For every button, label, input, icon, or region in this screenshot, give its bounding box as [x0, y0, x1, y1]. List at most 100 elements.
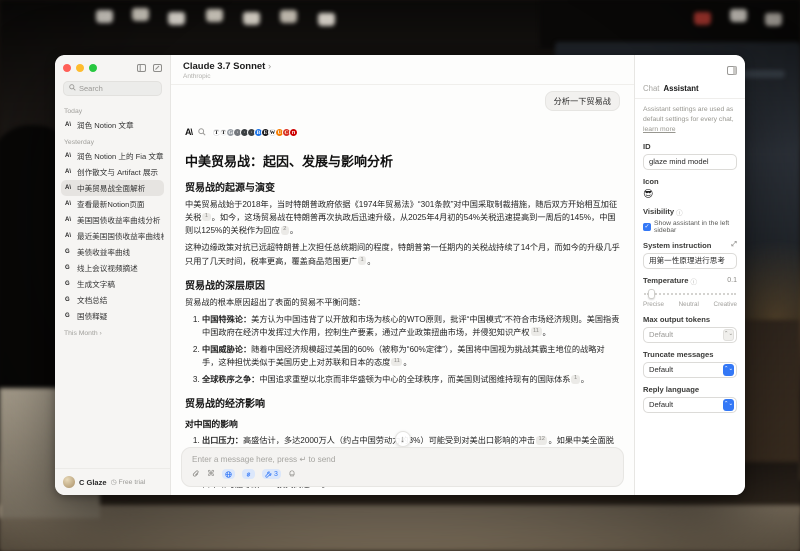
account-footer[interactable]: C Glaze ◷Free trial [55, 468, 170, 495]
checkbox-label: Show assistant in the left sidebar [654, 220, 737, 234]
model-name: Claude 3.7 Sonnet [183, 61, 265, 72]
search-icon [69, 84, 76, 93]
panel-body: Assistant settings are used as default s… [635, 99, 745, 419]
system-instruction-input[interactable]: 用第一性原理进行思考 [643, 253, 737, 269]
list-item: 中国特殊论：美方认为中国违背了以开放和市场为核心的WTO原则，批评“中国模式”不… [202, 313, 620, 339]
scroll-to-bottom-button[interactable]: ↓ [395, 431, 411, 447]
reply-language-label: Reply language [643, 385, 737, 394]
list-item: 全球秩序之争：中国追求重塑以北京而非华盛顿为中心的全球秩序，而美国则试图维持现有… [202, 373, 620, 386]
toggle-sidebar-icon[interactable] [137, 64, 146, 72]
avatar [63, 476, 75, 488]
claude-icon: A\ [65, 169, 73, 175]
web-search-toggle[interactable] [222, 469, 235, 479]
link-toggle[interactable] [242, 469, 255, 479]
assistant-settings-panel: Chat Assistant Assistant settings are us… [634, 55, 745, 495]
sidebar-item-chat[interactable]: A\润色 Notion 文章 [61, 117, 164, 133]
command-shortcut-icon[interactable]: ⌘ [207, 470, 215, 478]
panel-tabs: Chat Assistant [635, 80, 745, 99]
toggle-right-panel-icon[interactable] [727, 62, 737, 80]
info-icon: ⓘ [676, 207, 683, 217]
web-search-icon [198, 123, 206, 141]
article-title: 中美贸易战：起因、发展与影响分析 [185, 151, 620, 170]
truncate-messages-select[interactable]: Default ⌃⌄ [643, 362, 737, 378]
max-tokens-select[interactable]: Default ⌃⌄ [643, 327, 737, 343]
section-header-yesterday: Yesterday [64, 139, 161, 146]
sidebar: Search Today A\润色 Notion 文章 Yesterday A\… [55, 55, 171, 495]
info-icon: ⓘ [690, 276, 697, 286]
slider-track [644, 293, 736, 295]
sidebar-item-chat[interactable]: A\最近美国国债收益率曲线松… [61, 228, 164, 244]
sidebar-item-chat[interactable]: A\润色 Notion 上的 Fia 文章 [61, 148, 164, 164]
chat-panel: Claude 3.7 Sonnet › Anthropic 分析一下贸易战 A\… [171, 55, 634, 495]
citation-badge[interactable]: 11 [391, 358, 402, 367]
clock-icon: ◷ [111, 478, 117, 486]
source-favicons[interactable]: T T G · · · B E W U C n [212, 128, 298, 137]
tools-toggle[interactable]: 3 [262, 469, 281, 479]
stepper-icon[interactable]: ⌃⌄ [723, 364, 734, 376]
slider-handle[interactable] [648, 289, 655, 299]
stepper-icon[interactable]: ⌃⌄ [723, 329, 734, 341]
close-window-button[interactable] [63, 64, 71, 72]
learn-more-link[interactable]: learn more [643, 126, 676, 133]
claude-icon: A\ [65, 233, 73, 239]
section-heading: 贸易战的起源与演变 [185, 179, 620, 194]
causes-list: 中国特殊论：美方认为中国违背了以开放和市场为核心的WTO原则，批评“中国模式”不… [185, 313, 620, 387]
zoom-window-button[interactable] [89, 64, 97, 72]
section-header-this-month[interactable]: This Month › [64, 330, 161, 337]
account-name: C Glaze [79, 478, 107, 487]
sidebar-item-chat[interactable]: A\美国国债收益率曲线分析 [61, 212, 164, 228]
assistant-emoji[interactable]: 😎 [643, 189, 737, 200]
citation-badge[interactable]: 2 [281, 226, 289, 235]
sidebar-item-chat[interactable]: G生成文字稿 [61, 276, 164, 292]
citation-badge[interactable]: 1 [571, 375, 579, 384]
expand-icon[interactable]: ⤢ [731, 241, 737, 249]
max-tokens-label: Max output tokens [643, 315, 737, 324]
sidebar-item-chat[interactable]: G文档总结 [61, 292, 164, 308]
chat-history-list: Today A\润色 Notion 文章 Yesterday A\润色 Noti… [55, 100, 170, 468]
slider-labels: Precise Neutral Creative [643, 301, 737, 308]
clear-context-icon[interactable] [288, 470, 296, 478]
claude-icon: A\ [65, 201, 73, 207]
tab-chat[interactable]: Chat [643, 84, 659, 93]
citation-badge[interactable]: 1 [202, 213, 210, 222]
sidebar-item-chat[interactable]: G国债释疑 [61, 308, 164, 324]
sidebar-item-chat-selected[interactable]: A\中美贸易战全面解析 [61, 180, 164, 196]
source-favicon[interactable]: n [289, 128, 298, 137]
temperature-label: Temperatureⓘ0.1 [643, 276, 737, 286]
sidebar-item-chat[interactable]: A\创作散文与 Artifact 展示 [61, 164, 164, 180]
sidebar-item-chat[interactable]: G线上会议视频摘述 [61, 260, 164, 276]
message-composer[interactable]: Enter a message here, press ↵ to send ⌘ … [181, 447, 624, 487]
claude-icon: A\ [65, 122, 73, 128]
sidebar-item-chat[interactable]: A\查看最新Notion页面 [61, 196, 164, 212]
gemini-icon: G [65, 281, 73, 287]
gemini-icon: G [65, 297, 73, 303]
stepper-icon[interactable]: ⌃⌄ [723, 399, 734, 411]
gemini-icon: G [65, 249, 73, 255]
icon-label: Icon [643, 177, 737, 186]
claude-icon: A\ [65, 153, 73, 159]
id-input[interactable]: glaze mind model [643, 154, 737, 170]
assistant-message-header: A\ T T G · · · B E W U C n [185, 123, 620, 141]
visibility-checkbox-row[interactable]: ✓ Show assistant in the left sidebar [643, 220, 737, 234]
slider-label-precise: Precise [643, 301, 664, 308]
citation-badge[interactable]: 12 [536, 436, 547, 445]
list-item: 中国威胁论：随着中国经济规模超过美国的60%（被称为“60%定律”），美国将中国… [202, 343, 620, 369]
checkbox-checked-icon[interactable]: ✓ [643, 223, 651, 231]
chevron-right-icon: › [268, 61, 271, 72]
visibility-label: Visibilityⓘ [643, 207, 737, 217]
attachment-icon[interactable] [192, 470, 200, 478]
model-selector[interactable]: Claude 3.7 Sonnet › Anthropic [171, 55, 634, 85]
panel-description: Assistant settings are used as default s… [643, 105, 737, 135]
sidebar-item-chat[interactable]: G美债收益率曲线 [61, 244, 164, 260]
minimize-window-button[interactable] [76, 64, 84, 72]
citation-badge[interactable]: 11 [531, 327, 542, 336]
gemini-icon: G [65, 313, 73, 319]
reply-language-select[interactable]: Default ⌃⌄ [643, 397, 737, 413]
temperature-slider[interactable] [644, 289, 736, 299]
new-chat-icon[interactable] [153, 64, 162, 72]
composer-toolbar: ⌘ 3 [192, 469, 613, 479]
tab-assistant[interactable]: Assistant [663, 84, 698, 93]
citation-badge[interactable]: 1 [358, 256, 366, 265]
search-input[interactable]: Search [63, 81, 162, 96]
paragraph: 贸易战的根本原因超出了表面的贸易不平衡问题： [185, 296, 620, 309]
